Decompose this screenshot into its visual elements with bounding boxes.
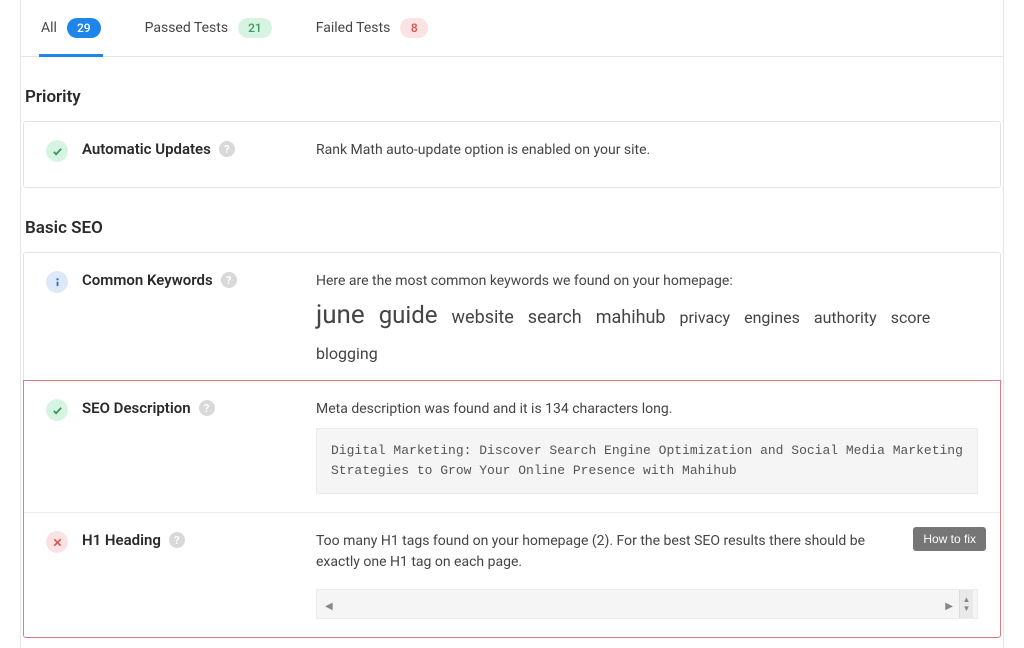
basic-seo-panel-highlighted: SEO Description ? Meta description was f…	[23, 380, 1001, 638]
scroll-up-down[interactable]: ▲ ▼	[959, 590, 973, 618]
how-to-fix-button[interactable]: How to fix	[913, 527, 986, 551]
help-icon[interactable]: ?	[169, 532, 185, 548]
chevron-left-icon[interactable]: ◀	[325, 601, 333, 612]
row-description: Too many H1 tags found on your homepage …	[316, 531, 978, 573]
row-title: Common Keywords ?	[82, 271, 237, 289]
meta-description-preview: Digital Marketing: Discover Search Engin…	[316, 428, 978, 494]
help-icon[interactable]: ?	[219, 141, 235, 157]
keyword: privacy	[680, 308, 731, 327]
keyword: authority	[814, 308, 877, 327]
tab-passed[interactable]: Passed Tests 21	[143, 0, 274, 56]
row-description: Here are the most common keywords we fou…	[316, 271, 978, 292]
info-icon	[46, 271, 68, 293]
tabs-bar: All 29 Passed Tests 21 Failed Tests 8	[21, 0, 1003, 57]
basic-seo-panel: Common Keywords ? Here are the most comm…	[23, 252, 1001, 381]
row-description: Meta description was found and it is 134…	[316, 399, 978, 420]
keyword: june	[316, 300, 365, 330]
keyword: score	[891, 308, 931, 327]
chevron-right-icon[interactable]: ▶	[945, 601, 953, 612]
row-title: Automatic Updates ?	[82, 140, 235, 158]
keyword: engines	[744, 308, 800, 327]
tab-count-badge: 21	[238, 18, 272, 38]
keyword: search	[528, 307, 582, 328]
row-automatic-updates: Automatic Updates ? Rank Math auto-updat…	[24, 122, 1000, 187]
tab-count-badge: 29	[67, 18, 101, 38]
keyword: mahihub	[596, 307, 666, 328]
check-icon	[46, 399, 68, 421]
chevron-up-icon[interactable]: ▲	[963, 595, 971, 604]
section-heading-basic-seo: Basic SEO	[25, 218, 1001, 238]
tab-failed[interactable]: Failed Tests 8	[314, 0, 431, 56]
row-description: Rank Math auto-update option is enabled …	[316, 140, 978, 161]
tab-label: Failed Tests	[316, 20, 391, 36]
keyword: website	[452, 307, 514, 328]
tab-all[interactable]: All 29	[39, 0, 103, 56]
row-seo-description: SEO Description ? Meta description was f…	[24, 381, 1000, 512]
row-h1-heading: H1 Heading ? Too many H1 tags found on y…	[24, 512, 1000, 637]
analysis-container: All 29 Passed Tests 21 Failed Tests 8 Pr…	[20, 0, 1004, 648]
section-heading-priority: Priority	[25, 87, 1001, 107]
keyword: guide	[379, 301, 438, 329]
x-icon	[46, 531, 68, 553]
check-icon	[46, 140, 68, 162]
tab-count-badge: 8	[400, 18, 428, 38]
row-title: H1 Heading ?	[82, 531, 185, 549]
help-icon[interactable]: ?	[199, 400, 215, 416]
priority-panel: Automatic Updates ? Rank Math auto-updat…	[23, 121, 1001, 188]
keyword-cloud: june guide website search mahihub privacy engi…	[316, 300, 978, 363]
h1-list-scrollbox[interactable]: ◀ ▶ ▲ ▼	[316, 589, 978, 619]
tab-label: All	[41, 20, 57, 36]
keyword: blogging	[316, 344, 378, 363]
row-title: SEO Description ?	[82, 399, 215, 417]
tab-label: Passed Tests	[145, 20, 228, 36]
chevron-down-icon[interactable]: ▼	[963, 604, 971, 613]
row-common-keywords: Common Keywords ? Here are the most comm…	[24, 253, 1000, 381]
help-icon[interactable]: ?	[221, 272, 237, 288]
